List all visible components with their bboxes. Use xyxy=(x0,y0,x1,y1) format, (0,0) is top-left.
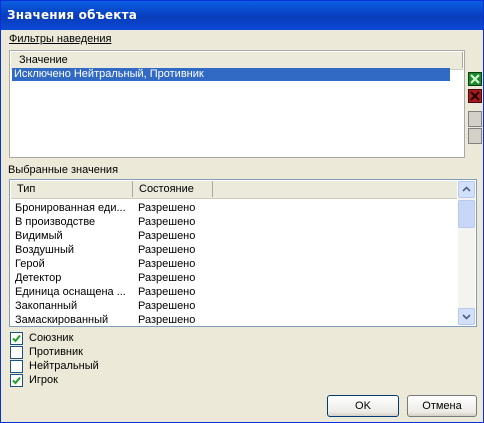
list-item[interactable]: Герой Разрешено xyxy=(15,257,465,272)
checkbox-enemy[interactable] xyxy=(10,346,23,359)
selected-heading: Выбранные значения xyxy=(8,164,119,176)
item-state: Разрешено xyxy=(138,202,196,214)
window-title: Значения объекта xyxy=(7,8,138,22)
move-up-button[interactable] xyxy=(468,111,482,127)
dialog-window: Значения объекта Фильтры наведения Значе… xyxy=(0,0,484,423)
item-state: Разрешено xyxy=(138,216,196,228)
item-type: Детектор xyxy=(15,272,62,284)
item-type: Видимый xyxy=(15,230,63,242)
ok-button[interactable]: OK xyxy=(327,395,399,417)
item-type: Воздушный xyxy=(15,244,75,256)
item-type: Герой xyxy=(15,258,45,270)
checkbox-player[interactable] xyxy=(10,374,23,387)
checkbox-ally[interactable] xyxy=(10,332,23,345)
checkbox-label: Противник xyxy=(29,346,83,358)
item-state: Разрешено xyxy=(138,300,196,312)
checkbox-label: Союзник xyxy=(29,332,74,344)
item-state: Разрешено xyxy=(138,314,196,325)
scroll-down-button[interactable] xyxy=(458,308,475,325)
checkbox-label: Нейтральный xyxy=(29,360,99,372)
column-header-type[interactable]: Тип xyxy=(11,181,133,197)
list-item[interactable]: Замаскированный Разрешено xyxy=(15,313,465,325)
checkmark-icon xyxy=(12,376,21,385)
selected-header: Тип Состояние xyxy=(11,181,457,199)
scroll-thumb[interactable] xyxy=(458,200,475,228)
list-item[interactable]: В производстве Разрешено xyxy=(15,215,465,230)
list-item[interactable]: Бронированная еди... Разрешено xyxy=(15,201,465,216)
add-icon xyxy=(470,74,480,84)
item-state: Разрешено xyxy=(138,272,196,284)
cancel-button[interactable]: Отмена xyxy=(407,395,477,417)
filters-list[interactable]: Значение Исключено Нейтральный, Противни… xyxy=(9,50,465,158)
item-type: Замаскированный xyxy=(15,314,109,325)
list-item[interactable]: Детектор Разрешено xyxy=(15,271,465,286)
item-state: Разрешено xyxy=(138,258,196,270)
filter-row-selected[interactable]: Исключено Нейтральный, Противник xyxy=(12,68,450,81)
item-state: Разрешено xyxy=(138,286,196,298)
list-item[interactable]: Закопанный Разрешено xyxy=(15,299,465,314)
filters-heading: Фильтры наведения xyxy=(9,33,112,45)
column-header-state[interactable]: Состояние xyxy=(133,181,213,197)
checkbox-neutral[interactable] xyxy=(10,360,23,373)
list-item[interactable]: Видимый Разрешено xyxy=(15,229,465,244)
list-item[interactable]: Единица оснащена ... Разрешено xyxy=(15,285,465,300)
item-type: В производстве xyxy=(15,216,96,228)
remove-icon xyxy=(470,91,480,101)
checkmark-icon xyxy=(12,334,21,343)
item-type: Бронированная еди... xyxy=(15,202,126,214)
vertical-scrollbar[interactable] xyxy=(458,181,475,325)
chevron-down-icon xyxy=(462,314,471,320)
item-type: Закопанный xyxy=(15,300,78,312)
column-header-value[interactable]: Значение xyxy=(11,52,463,68)
add-filter-button[interactable] xyxy=(468,72,482,86)
item-state: Разрешено xyxy=(138,230,196,242)
chevron-up-icon xyxy=(462,186,471,192)
selected-values-list[interactable]: Тип Состояние Бронированная еди... Разре… xyxy=(9,179,477,327)
remove-filter-button[interactable] xyxy=(468,89,482,103)
list-item[interactable]: Воздушный Разрешено xyxy=(15,243,465,258)
title-bar[interactable]: Значения объекта xyxy=(1,1,483,30)
item-state: Разрешено xyxy=(138,244,196,256)
scroll-up-button[interactable] xyxy=(458,181,475,198)
checkbox-label: Игрок xyxy=(29,374,58,386)
move-down-button[interactable] xyxy=(468,128,482,144)
item-type: Единица оснащена ... xyxy=(15,286,126,298)
